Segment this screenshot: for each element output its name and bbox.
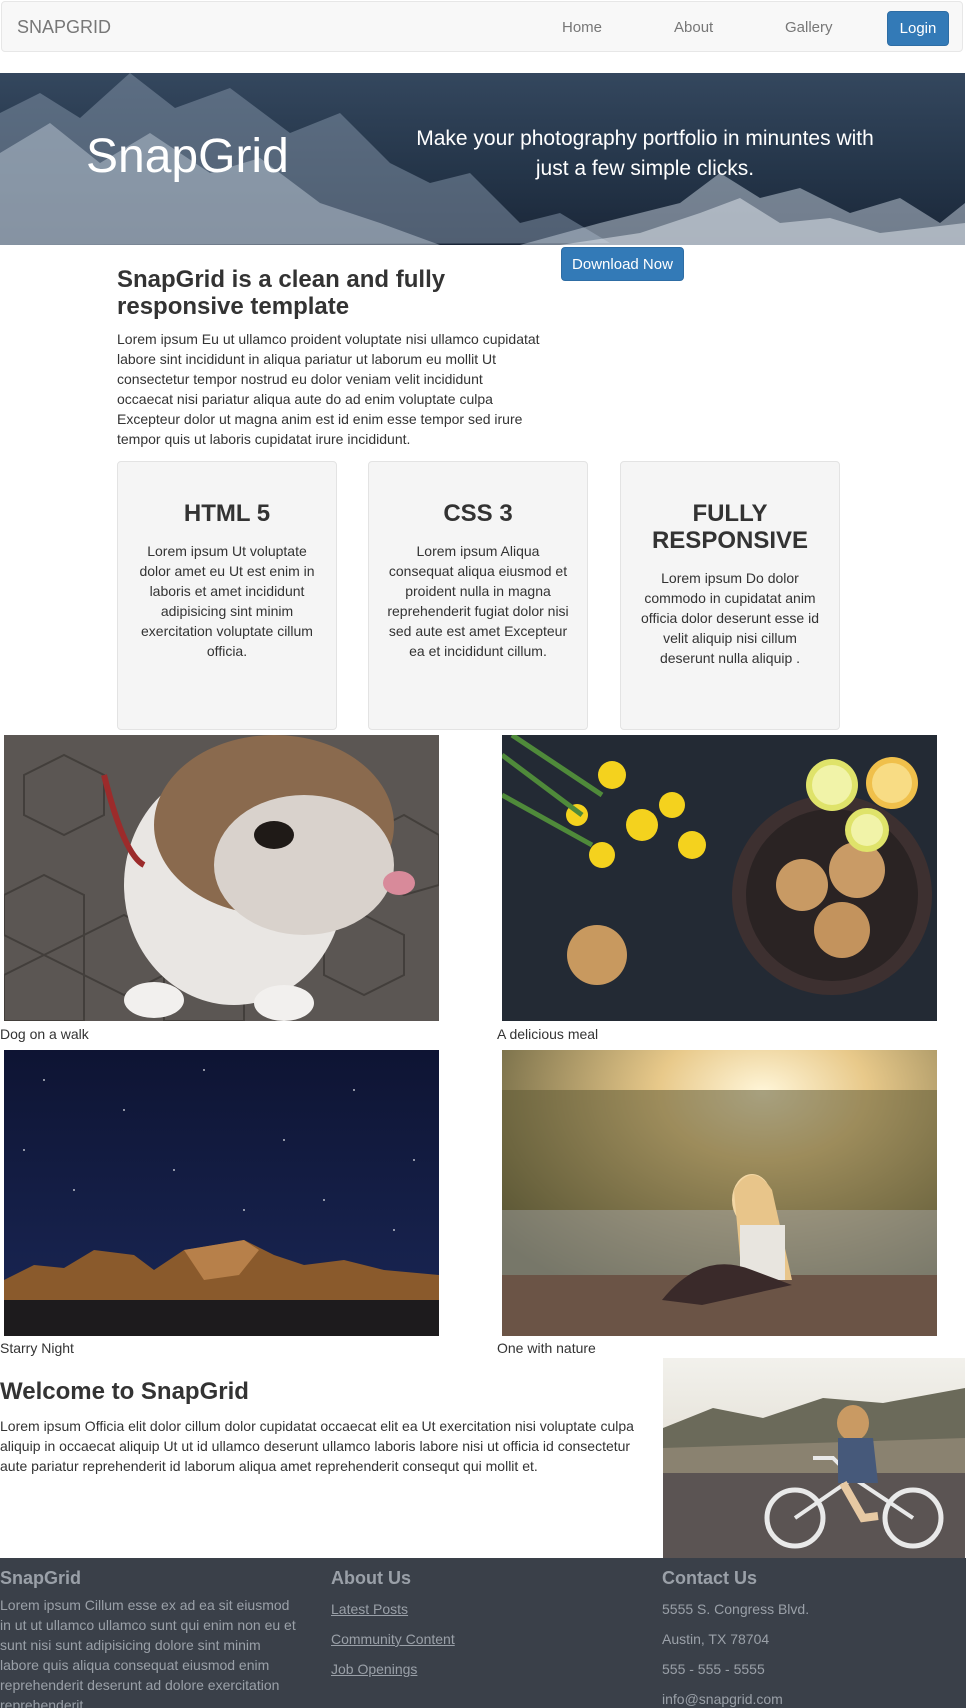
footer-links: About Us Latest Posts Community Content … xyxy=(331,1568,455,1679)
feature-title: FULLY RESPONSIVE xyxy=(651,500,809,554)
photo-dog[interactable] xyxy=(4,735,439,1021)
feature-title: HTML 5 xyxy=(183,500,271,527)
photo-meal[interactable] xyxy=(502,735,937,1021)
footer-email[interactable]: info@snapgrid.com xyxy=(662,1689,809,1708)
footer-contact: Contact Us 5555 S. Congress Blvd. Austin… xyxy=(662,1568,809,1708)
photo-caption: A delicious meal xyxy=(497,1026,599,1042)
feature-card-html5: HTML 5 Lorem ipsum Ut voluptate dolor am… xyxy=(117,461,337,730)
photo-caption: One with nature xyxy=(497,1340,596,1356)
footer-link-job-openings[interactable]: Job Openings xyxy=(331,1659,455,1679)
login-button[interactable]: Login xyxy=(887,11,949,46)
footer-phone: 555 - 555 - 5555 xyxy=(662,1661,765,1677)
footer-about: SnapGrid Lorem ipsum Cillum esse ex ad e… xyxy=(0,1568,300,1708)
footer-links-title: About Us xyxy=(331,1568,411,1588)
photo-caption: Starry Night xyxy=(0,1340,74,1356)
photo-starry-night[interactable] xyxy=(4,1050,439,1336)
page: SNAPGRID Home About Gallery Login SnapGr… xyxy=(0,0,966,1708)
brand-logo[interactable]: SNAPGRID xyxy=(17,17,111,38)
footer-about-title: SnapGrid xyxy=(0,1568,82,1588)
hero-banner: SnapGrid Make your photography portfolio… xyxy=(0,73,965,245)
footer-link-community-content[interactable]: Community Content xyxy=(331,1629,455,1649)
download-now-button[interactable]: Download Now xyxy=(561,247,684,281)
intro-body: Lorem ipsum Eu ut ullamco proident volup… xyxy=(117,331,540,447)
welcome-body: Lorem ipsum Officia elit dolor cillum do… xyxy=(0,1418,634,1474)
feature-body: Lorem ipsum Ut voluptate dolor amet eu U… xyxy=(139,543,315,659)
photo-caption: Dog on a walk xyxy=(0,1026,89,1042)
feature-title: CSS 3 xyxy=(443,500,513,527)
hero-title: SnapGrid xyxy=(86,130,289,183)
feature-card-responsive: FULLY RESPONSIVE Lorem ipsum Do dolor co… xyxy=(620,461,840,730)
footer-address-line2: Austin, TX 78704 xyxy=(662,1631,770,1647)
footer-address-line1: 5555 S. Congress Blvd. xyxy=(662,1601,810,1617)
navbar: SNAPGRID Home About Gallery Login xyxy=(1,1,963,52)
photo-bicycle xyxy=(663,1358,965,1558)
nav-about[interactable]: About xyxy=(674,19,713,36)
hero-tagline: Make your photography portfolio in minun… xyxy=(416,127,874,180)
footer-about-text: Lorem ipsum Cillum esse ex ad ea sit eiu… xyxy=(0,1597,296,1708)
footer-contact-title: Contact Us xyxy=(662,1568,758,1588)
welcome-heading: Welcome to SnapGrid xyxy=(0,1378,249,1405)
footer-link-latest-posts[interactable]: Latest Posts xyxy=(331,1599,455,1619)
photo-nature[interactable] xyxy=(502,1050,937,1336)
feature-card-css3: CSS 3 Lorem ipsum Aliqua consequat aliqu… xyxy=(368,461,588,730)
nav-home[interactable]: Home xyxy=(562,19,602,36)
intro-heading: SnapGrid is a clean and fully responsive… xyxy=(117,266,446,320)
feature-body: Lorem ipsum Do dolor commodo in cupidata… xyxy=(641,570,819,666)
feature-body: Lorem ipsum Aliqua consequat aliqua eius… xyxy=(387,543,569,659)
nav-gallery[interactable]: Gallery xyxy=(785,19,833,36)
